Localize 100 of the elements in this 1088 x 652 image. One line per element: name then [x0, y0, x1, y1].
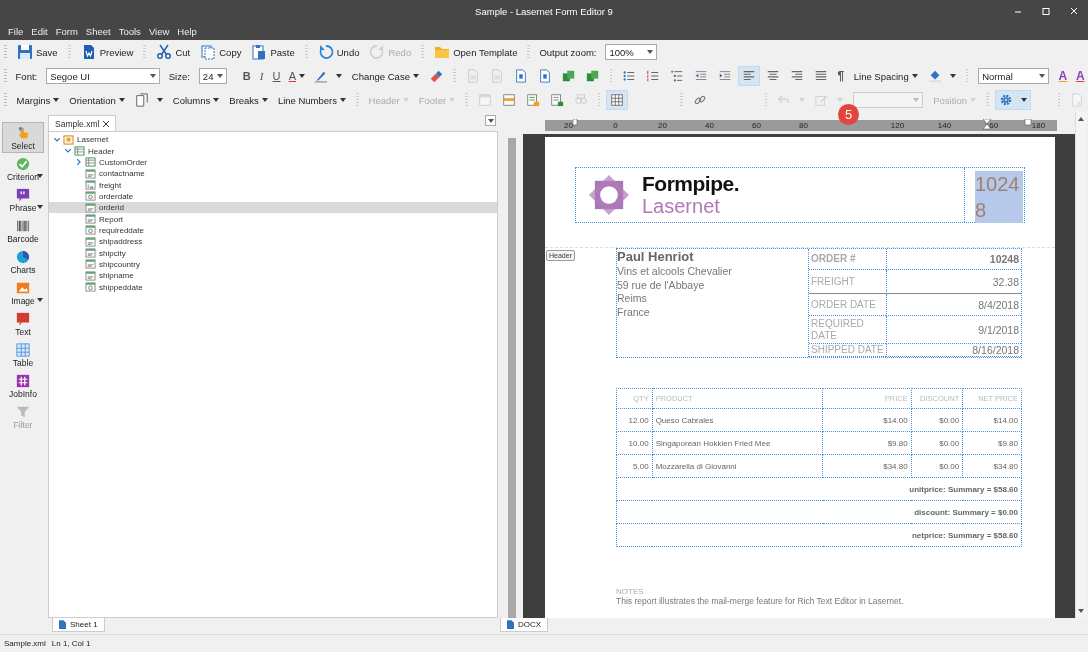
numbered-list-icon — [646, 69, 661, 83]
address-line: Reims — [617, 292, 648, 306]
tree-item[interactable]: shipcountry — [49, 258, 497, 271]
grid-button[interactable] — [606, 90, 629, 110]
caret-icon — [913, 98, 920, 102]
tree-item[interactable]: orderid — [49, 202, 497, 214]
summary-cell: discount: Summary = $0.00 — [616, 500, 1022, 524]
toolbar-button[interactable]: Change Case — [347, 66, 423, 86]
caret-icon — [37, 298, 43, 302]
toolbar-button[interactable]: Preview — [76, 42, 138, 62]
menu-item[interactable]: Sheet — [81, 25, 115, 37]
table-icon — [85, 157, 96, 168]
tool-button[interactable]: Phrase — [2, 184, 44, 215]
tree-item[interactable]: shipaddress — [49, 236, 497, 248]
scroll-down-icon[interactable] — [1078, 609, 1084, 613]
quote-bubble-icon — [16, 188, 30, 202]
format-button[interactable]: ¶ — [834, 66, 848, 86]
toolbar-button[interactable]: Copy — [196, 42, 246, 62]
tool-button[interactable]: Charts — [2, 246, 44, 277]
scroll-up-icon[interactable] — [1078, 117, 1084, 121]
toolbar-button[interactable]: Save — [13, 42, 62, 62]
link-layout-icon — [573, 93, 588, 107]
tree-item[interactable]: orderdate — [49, 190, 497, 203]
document-close-icon — [1070, 93, 1085, 107]
menu-item[interactable]: Help — [173, 25, 201, 37]
table-cell: 12.00 — [616, 408, 653, 432]
toolbar-button[interactable]: Line Spacing — [849, 66, 922, 86]
tree-item[interactable]: freight — [49, 179, 497, 191]
close-icon[interactable] — [103, 120, 110, 127]
file-tab[interactable]: Sample.xml — [48, 115, 117, 131]
sheet-tab[interactable]: Sheet 1 — [52, 618, 105, 632]
chevron-right-icon[interactable] — [76, 159, 81, 166]
tool-button[interactable]: Image — [2, 277, 44, 308]
tool-button[interactable]: Barcode — [2, 215, 44, 246]
dropdown-button[interactable] — [485, 115, 496, 126]
toolbar-button[interactable]: Open Template — [430, 42, 522, 62]
table-cell: Mozzarella di Giovanni — [652, 454, 823, 478]
caret-icon — [217, 74, 224, 78]
tool-button[interactable]: Select — [2, 122, 44, 153]
table-cell: 10.00 — [616, 431, 653, 455]
tool-button[interactable]: Text — [2, 308, 44, 339]
combo-field[interactable]: 100% — [605, 44, 658, 60]
bulleted-list-icon — [622, 69, 637, 83]
scrollbar[interactable] — [1075, 112, 1086, 618]
toolbar-button[interactable]: Breaks — [225, 90, 272, 110]
caret-icon — [1039, 74, 1046, 78]
align-left-button[interactable] — [738, 66, 761, 86]
table-icon — [74, 146, 85, 156]
pointing-hand-icon — [16, 126, 30, 140]
caret-icon — [647, 50, 654, 54]
menu-item[interactable]: Tools — [114, 25, 145, 37]
toolbar-button[interactable]: Columns — [168, 90, 224, 110]
funnel-icon — [16, 405, 30, 419]
format-button[interactable]: A — [1055, 66, 1071, 86]
header-layout-icon — [477, 93, 492, 107]
tree-item[interactable]: contactname — [49, 168, 497, 180]
check-circle-icon — [16, 157, 30, 171]
toolbar-button[interactable]: Undo — [313, 42, 364, 62]
tool-button[interactable]: Table — [2, 339, 44, 370]
tree-item[interactable]: Lasernet — [49, 134, 497, 146]
caret-icon — [487, 118, 494, 123]
text-field-icon — [85, 168, 96, 179]
menu-item[interactable]: Edit — [27, 25, 52, 37]
table-cell: $0.00 — [911, 408, 963, 432]
settings-button[interactable] — [994, 90, 1031, 110]
format-button[interactable]: B — [239, 66, 255, 86]
address-line: France — [617, 305, 651, 319]
format-button[interactable]: I — [256, 66, 268, 86]
tree-item[interactable]: shipcity — [49, 247, 497, 259]
format-button[interactable]: A — [285, 66, 308, 86]
text-field-icon — [85, 248, 96, 259]
tool-button[interactable]: JobInfo — [2, 370, 44, 401]
tree-item[interactable]: shippeddate — [49, 281, 497, 293]
tree-item[interactable]: Report — [49, 213, 497, 225]
tool-button[interactable]: Criterion — [2, 153, 44, 184]
header-layout-icon — [549, 93, 564, 107]
text-field-icon — [85, 259, 96, 270]
eraser-icon — [428, 69, 443, 83]
toolbar-button[interactable]: Line Numbers — [273, 90, 350, 110]
align-center-icon — [766, 69, 781, 83]
document-tab[interactable]: DOCX — [500, 618, 549, 632]
tree-item[interactable]: Header — [49, 145, 497, 157]
menu-item[interactable]: File — [4, 25, 28, 37]
menu-item[interactable]: View — [144, 25, 174, 37]
toolbar-button[interactable]: Margins — [12, 90, 64, 110]
tree-item[interactable]: requireddate — [49, 224, 497, 237]
combo-field[interactable]: Normal — [978, 68, 1050, 84]
format-button[interactable]: A — [1072, 66, 1088, 86]
tree-item[interactable]: CustomOrder — [49, 156, 497, 169]
menu-item[interactable]: Form — [51, 25, 82, 37]
logo-mark-icon — [586, 172, 632, 218]
toolbar-button[interactable]: Cut — [152, 42, 195, 62]
link-icon — [692, 93, 707, 107]
tree-item[interactable]: shipname — [49, 270, 497, 282]
combo-field[interactable]: 24 — [198, 68, 228, 84]
toolbar-button[interactable]: Orientation — [65, 90, 129, 110]
toolbar-button[interactable]: Paste — [247, 42, 299, 62]
combo-field[interactable]: Segoe UI — [46, 68, 160, 84]
table-cell: $34.80 — [962, 454, 1022, 478]
format-button[interactable]: U — [269, 66, 284, 86]
